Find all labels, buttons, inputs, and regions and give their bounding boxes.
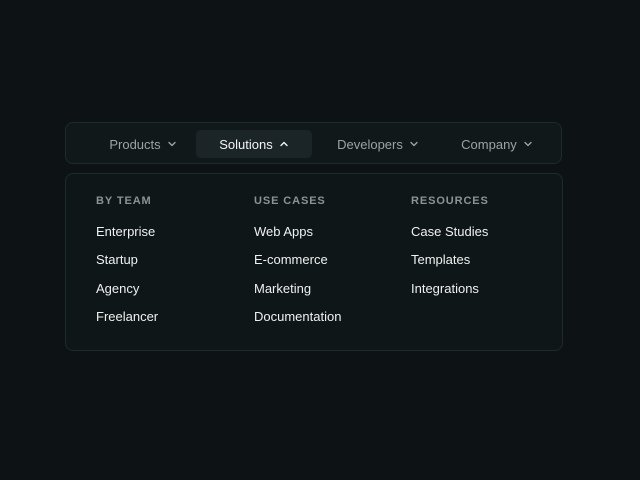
dropdown-link-marketing[interactable]: Marketing	[254, 281, 341, 297]
dropdown-link-agency[interactable]: Agency	[96, 281, 158, 297]
solutions-dropdown: BY TEAM Enterprise Startup Agency Freela…	[65, 173, 563, 351]
nav-item-developers[interactable]: Developers	[322, 130, 434, 158]
chevron-down-icon	[523, 139, 533, 149]
nav-item-label: Company	[461, 136, 517, 152]
dropdown-link-enterprise[interactable]: Enterprise	[96, 224, 158, 240]
dropdown-column-by-team: BY TEAM Enterprise Startup Agency Freela…	[96, 194, 158, 337]
dropdown-link-templates[interactable]: Templates	[411, 252, 489, 268]
dropdown-link-freelancer[interactable]: Freelancer	[96, 309, 158, 325]
chevron-down-icon	[167, 139, 177, 149]
column-heading: BY TEAM	[96, 195, 152, 207]
dropdown-link-case-studies[interactable]: Case Studies	[411, 224, 489, 240]
dropdown-column-resources: RESOURCES Case Studies Templates Integra…	[411, 194, 489, 309]
dropdown-link-e-commerce[interactable]: E-commerce	[254, 252, 341, 268]
chevron-down-icon	[409, 139, 419, 149]
dropdown-link-documentation[interactable]: Documentation	[254, 309, 341, 325]
nav-item-label: Developers	[337, 136, 403, 152]
main-nav: Products Solutions Developers Company	[65, 122, 562, 164]
chevron-up-icon	[279, 139, 289, 149]
dropdown-link-startup[interactable]: Startup	[96, 252, 158, 268]
dropdown-column-use-cases: USE CASES Web Apps E-commerce Marketing …	[254, 194, 341, 337]
dropdown-link-web-apps[interactable]: Web Apps	[254, 224, 341, 240]
page: Products Solutions Developers Company BY…	[0, 0, 640, 480]
dropdown-link-integrations[interactable]: Integrations	[411, 281, 489, 297]
nav-item-solutions[interactable]: Solutions	[196, 130, 312, 158]
column-heading: RESOURCES	[411, 195, 489, 207]
nav-item-products[interactable]: Products	[84, 130, 202, 158]
nav-item-label: Products	[109, 136, 161, 152]
column-heading: USE CASES	[254, 195, 326, 207]
nav-item-company[interactable]: Company	[446, 130, 548, 158]
nav-item-label: Solutions	[219, 136, 273, 152]
